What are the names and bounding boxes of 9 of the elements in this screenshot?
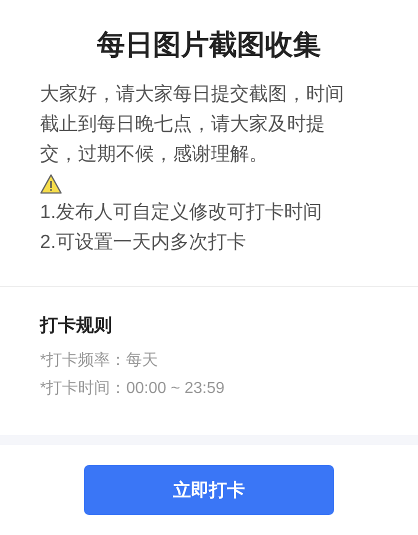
page-title: 每日图片截图收集 bbox=[96, 28, 322, 62]
check-in-button[interactable]: 立即打卡 bbox=[84, 465, 334, 515]
warning-icon bbox=[40, 174, 62, 194]
rule-text: *打卡频率：每天 bbox=[40, 350, 160, 371]
notice-line: 2.可设置一天内多次打卡 bbox=[40, 231, 247, 255]
description-text: 大家好，请大家每日提交截图，时间截止到每日晚七点，请大家及时提交，过期不候，感谢理解。 bbox=[40, 83, 345, 167]
notice-line: 1.发布人可自定义修改可打卡时间 bbox=[40, 201, 323, 225]
rules-title: 打卡规则 bbox=[40, 314, 113, 337]
rule-text: *打卡时间：00:00 ~ 23:59 bbox=[40, 378, 226, 399]
